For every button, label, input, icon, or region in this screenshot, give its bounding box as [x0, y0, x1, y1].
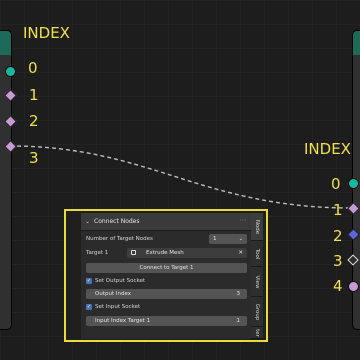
num-targets-value: 1	[213, 236, 217, 242]
node-icon	[131, 250, 136, 255]
connect-button-label: Connect to Target 1	[139, 265, 194, 271]
chevron-down-icon[interactable]: ⌄	[85, 213, 90, 230]
right-input-index-3: 3	[333, 252, 343, 270]
right-input-socket-0[interactable]	[348, 178, 359, 189]
left-output-index-2: 2	[29, 112, 39, 130]
target1-value: Extrude Mesh	[146, 250, 184, 256]
chevron-down-icon: ⌄	[238, 236, 243, 242]
tab-group-label: Group	[254, 303, 260, 320]
left-output-index-3: 3	[29, 149, 39, 167]
right-node-header[interactable]	[353, 31, 360, 55]
num-targets-label: Number of Target Nodes	[86, 236, 153, 242]
right-input-index-2: 2	[333, 227, 343, 245]
panel-title: Connect Nodes	[94, 218, 140, 225]
tab-view[interactable]: View	[251, 267, 263, 297]
tab-node-label: Node	[254, 219, 260, 234]
output-index-value: 3	[236, 291, 241, 297]
output-index-field[interactable]: Output Index 3	[86, 289, 247, 299]
input-index-value: 1	[236, 318, 241, 324]
left-output-socket-0[interactable]	[5, 66, 16, 77]
clear-icon[interactable]: ✕	[238, 248, 243, 258]
panel-header[interactable]: ⌄ Connect Nodes ⋯	[81, 213, 251, 231]
left-node-header[interactable]	[0, 31, 11, 55]
tab-filter-label: ter	[254, 328, 260, 337]
output-index-label: Output Index	[95, 291, 131, 297]
tab-tool[interactable]: Tool	[251, 241, 263, 267]
target1-label: Target 1	[86, 250, 109, 256]
target1-field[interactable]: Extrude Mesh ✕	[127, 248, 247, 258]
tab-filter[interactable]: ter	[251, 327, 263, 339]
connect-button[interactable]: Connect to Target 1	[86, 263, 247, 273]
set-input-checkbox[interactable]: ✓	[86, 304, 92, 310]
sidebar-tabs: Node Tool View Group ter	[251, 213, 263, 339]
set-output-label: Set Output Socket	[95, 278, 146, 284]
input-index-field[interactable]: Input Index Target 1 1	[86, 316, 247, 326]
right-input-index-4: 4	[333, 277, 343, 295]
panel-body: ⌄ Connect Nodes ⋯ Number of Target Nodes…	[81, 213, 251, 339]
right-input-socket-4[interactable]	[348, 281, 359, 292]
tab-view-label: View	[254, 274, 260, 289]
tab-group[interactable]: Group	[251, 297, 263, 327]
drag-handle-icon[interactable]: ⋯	[240, 212, 248, 229]
right-input-index-0: 0	[331, 175, 341, 193]
right-input-index-1: 1	[333, 201, 343, 219]
left-output-index-0: 0	[28, 59, 38, 77]
left-node-annotation: INDEX	[23, 24, 70, 42]
left-output-index-1: 1	[29, 86, 39, 104]
set-output-checkbox[interactable]: ✓	[86, 278, 92, 284]
right-node-annotation: INDEX	[304, 140, 351, 158]
input-index-label: Input Index Target 1	[95, 318, 151, 324]
num-targets-dropdown[interactable]: 1 ⌄	[209, 234, 247, 244]
connect-nodes-panel: ⌄ Connect Nodes ⋯ Number of Target Nodes…	[64, 209, 268, 342]
tab-tool-label: Tool	[254, 248, 260, 259]
tab-node[interactable]: Node	[251, 213, 263, 241]
set-input-label: Set Input Socket	[95, 304, 141, 310]
